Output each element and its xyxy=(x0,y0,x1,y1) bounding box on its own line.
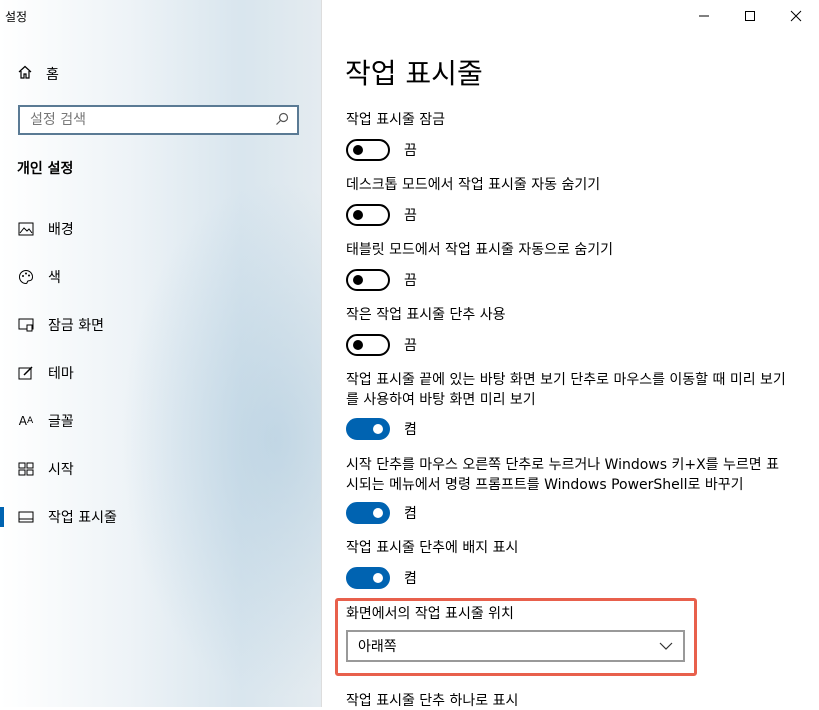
setting-label: 작업 표시줄 단추 하나로 표시 xyxy=(346,693,519,709)
toggle-state: 끔 xyxy=(404,143,417,159)
toggle-autohide-desktop[interactable]: 끔 xyxy=(346,204,417,226)
window-controls xyxy=(681,0,819,32)
close-button[interactable] xyxy=(773,0,819,32)
toggle-powershell[interactable]: 켬 xyxy=(346,502,417,524)
lock-screen-icon xyxy=(18,317,34,333)
toggle-switch[interactable] xyxy=(346,334,390,356)
home-label: 홈 xyxy=(46,67,59,83)
dropdown-value: 아래쪽 xyxy=(358,639,397,655)
toggle-state: 켬 xyxy=(404,571,417,587)
sidebar-item-fonts[interactable]: AA 글꼴 xyxy=(0,397,321,445)
sidebar-item-label: 글꼴 xyxy=(48,414,74,430)
sidebar-item-label: 테마 xyxy=(48,366,74,382)
home-link[interactable]: 홈 xyxy=(18,64,59,84)
toggle-state: 끔 xyxy=(404,208,417,224)
image-icon xyxy=(18,221,34,237)
setting-label: 시작 단추를 마우스 오른쪽 단추로 누르거나 Windows 키+X를 누르면… xyxy=(346,457,779,493)
theme-icon xyxy=(18,365,34,381)
toggle-switch[interactable] xyxy=(346,502,390,524)
taskbar-position-dropdown[interactable]: 아래쪽 xyxy=(346,630,685,662)
sidebar-item-lock-screen[interactable]: 잠금 화면 xyxy=(0,301,321,349)
toggle-switch[interactable] xyxy=(346,204,390,226)
setting-label: 작업 표시줄 단추에 배지 표시 xyxy=(346,540,519,556)
start-icon xyxy=(18,461,34,477)
sidebar-item-theme[interactable]: 테마 xyxy=(0,349,321,397)
setting-label: 작업 표시줄 잠금 xyxy=(346,112,446,128)
toggle-state: 켬 xyxy=(404,422,417,438)
sidebar-item-label: 시작 xyxy=(48,462,74,478)
sidebar-item-start[interactable]: 시작 xyxy=(0,445,321,493)
setting-label: 작업 표시줄 끝에 있는 바탕 화면 보기 단추로 마우스를 이동할 때 미리 … xyxy=(346,372,786,408)
search-input[interactable] xyxy=(28,111,275,129)
setting-label: 데스크톱 모드에서 작업 표시줄 자동 숨기기 xyxy=(346,177,601,193)
toggle-switch[interactable] xyxy=(346,139,390,161)
page-title: 작업 표시줄 xyxy=(345,57,483,90)
toggle-state: 켬 xyxy=(404,506,417,522)
taskbar-position-label: 화면에서의 작업 표시줄 위치 xyxy=(346,606,514,622)
sidebar-item-label: 배경 xyxy=(48,222,74,238)
sidebar-item-background[interactable]: 배경 xyxy=(0,205,321,253)
chevron-down-icon xyxy=(659,638,673,654)
search-icon[interactable] xyxy=(275,111,289,130)
sidebar-item-label: 작업 표시줄 xyxy=(48,510,117,526)
toggle-state: 끔 xyxy=(404,338,417,354)
toggle-switch[interactable] xyxy=(346,567,390,589)
toggle-lock-taskbar[interactable]: 끔 xyxy=(346,139,417,161)
maximize-button[interactable] xyxy=(727,0,773,32)
minimize-button[interactable] xyxy=(681,0,727,32)
sidebar-item-label: 색 xyxy=(48,270,61,286)
setting-label: 태블릿 모드에서 작업 표시줄 자동으로 숨기기 xyxy=(346,242,613,258)
toggle-autohide-tablet[interactable]: 끔 xyxy=(346,269,417,291)
setting-label: 작은 작업 표시줄 단추 사용 xyxy=(346,307,506,323)
toggle-state: 끔 xyxy=(404,273,417,289)
toggle-peek[interactable]: 켬 xyxy=(346,418,417,440)
home-icon xyxy=(18,65,32,83)
main-content: 작업 표시줄 작업 표시줄 잠금 끔 데스크톱 모드에서 작업 표시줄 자동 숨… xyxy=(321,0,819,709)
font-icon: AA xyxy=(18,414,34,428)
sidebar-item-label: 잠금 화면 xyxy=(48,318,104,334)
sidebar: 설정 홈 개인 설정 배경 색 잠금 화면 테마 AA 글꼴 xyxy=(0,0,321,707)
search-box[interactable] xyxy=(18,105,299,135)
sidebar-item-color[interactable]: 색 xyxy=(0,253,321,301)
toggle-small-buttons[interactable]: 끔 xyxy=(346,334,417,356)
toggle-badges[interactable]: 켬 xyxy=(346,567,417,589)
sidebar-item-taskbar[interactable]: 작업 표시줄 xyxy=(0,493,321,541)
nav-list: 배경 색 잠금 화면 테마 AA 글꼴 시작 작업 표시줄 xyxy=(0,205,321,541)
section-header: 개인 설정 xyxy=(17,161,74,177)
toggle-switch[interactable] xyxy=(346,418,390,440)
toggle-switch[interactable] xyxy=(346,269,390,291)
taskbar-icon xyxy=(18,509,34,525)
palette-icon xyxy=(18,269,34,285)
app-title: 설정 xyxy=(5,10,28,24)
